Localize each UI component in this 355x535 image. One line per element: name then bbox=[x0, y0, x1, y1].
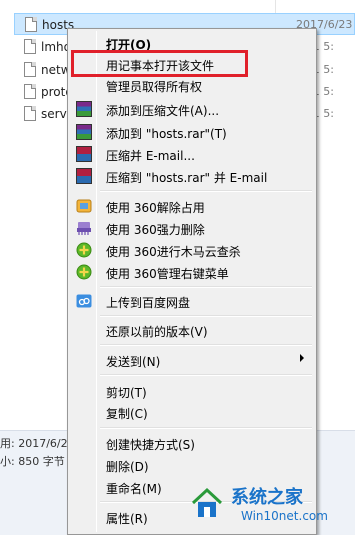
menu-item-label: 上传到百度网盘 bbox=[106, 296, 191, 310]
watermark-subtitle: Win10net.com bbox=[241, 509, 328, 523]
menu-item-cut[interactable]: 剪切(T) bbox=[70, 380, 314, 402]
menu-item-label: 还原以前的版本(V) bbox=[106, 325, 208, 339]
menu-item-label: 使用 360进行木马云查杀 bbox=[106, 245, 241, 259]
menu-item-label: 使用 360管理右键菜单 bbox=[106, 267, 229, 281]
menu-item-label: 剪切(T) bbox=[106, 386, 147, 400]
submenu-arrow-icon bbox=[300, 354, 304, 362]
menu-item-restore-previous[interactable]: 还原以前的版本(V) bbox=[70, 319, 314, 341]
house-logo-icon bbox=[191, 487, 223, 517]
menu-item-compress-rar-email[interactable]: 压缩到 "hosts.rar" 并 E-mail bbox=[70, 165, 314, 187]
menu-item-360-trojan-scan[interactable]: 使用 360进行木马云查杀 bbox=[70, 239, 314, 261]
menu-item-label: 删除(D) bbox=[106, 460, 149, 474]
menu-item-label: 创建快捷方式(S) bbox=[106, 438, 195, 452]
menu-item-label: 发送到(N) bbox=[106, 355, 161, 369]
menu-item-label: 复制(C) bbox=[106, 407, 148, 421]
menu-separator bbox=[100, 315, 312, 317]
menu-item-copy[interactable]: 复制(C) bbox=[70, 401, 314, 423]
file-icon bbox=[24, 84, 36, 99]
baidu-cloud-icon bbox=[76, 294, 92, 308]
file-icon bbox=[24, 39, 36, 54]
details-size: 小: 850 字节 bbox=[0, 455, 65, 468]
menu-item-label: 重命名(M) bbox=[106, 482, 162, 496]
menu-separator bbox=[100, 190, 312, 192]
menu-item-create-shortcut[interactable]: 创建快捷方式(S) bbox=[70, 432, 314, 454]
menu-separator bbox=[100, 374, 312, 376]
file-icon bbox=[25, 17, 37, 32]
menu-item-label: 添加到 "hosts.rar"(T) bbox=[106, 127, 227, 141]
winrar-icon bbox=[76, 124, 92, 140]
shredder-icon bbox=[77, 222, 91, 235]
watermark: 系统之家 Win10net.com bbox=[185, 477, 355, 535]
menu-item-label: 属性(R) bbox=[106, 512, 148, 526]
details-modified: 用: 2017/6/23 bbox=[0, 437, 75, 450]
menu-item-360-force-delete[interactable]: 使用 360强力删除 bbox=[70, 217, 314, 239]
menu-item-360-manage-menu[interactable]: 使用 360管理右键菜单 bbox=[70, 261, 314, 283]
menu-item-compress-email[interactable]: 压缩并 E-mail... bbox=[70, 143, 314, 165]
winrar-email-icon bbox=[76, 168, 92, 184]
menu-item-add-to-hosts-rar[interactable]: 添加到 "hosts.rar"(T) bbox=[70, 121, 314, 143]
file-icon bbox=[24, 62, 36, 77]
menu-item-label: 使用 360解除占用 bbox=[106, 201, 205, 215]
menu-item-label: 压缩并 E-mail... bbox=[106, 149, 195, 163]
context-menu: 打开(O) 用记事本打开该文件 管理员取得所有权 添加到压缩文件(A)... 添… bbox=[67, 28, 317, 535]
watermark-title: 系统之家 bbox=[231, 487, 303, 508]
360-scan-icon bbox=[76, 242, 92, 258]
file-icon bbox=[24, 106, 36, 121]
360-manage-icon bbox=[76, 264, 92, 280]
menu-item-add-to-archive[interactable]: 添加到压缩文件(A)... bbox=[70, 98, 314, 120]
winrar-icon bbox=[76, 101, 92, 117]
menu-item-send-to[interactable]: 发送到(N) bbox=[70, 349, 314, 371]
menu-separator bbox=[100, 427, 312, 429]
menu-item-label: 压缩到 "hosts.rar" 并 E-mail bbox=[106, 171, 268, 185]
menu-item-upload-baidu[interactable]: 上传到百度网盘 bbox=[70, 290, 314, 312]
menu-item-label: 使用 360强力删除 bbox=[106, 223, 205, 237]
menu-item-label: 添加到压缩文件(A)... bbox=[106, 104, 220, 118]
winrar-email-icon bbox=[76, 146, 92, 162]
menu-item-360-unlock[interactable]: 使用 360解除占用 bbox=[70, 195, 314, 217]
menu-item-take-ownership[interactable]: 管理员取得所有权 bbox=[70, 74, 314, 96]
menu-item-label: 管理员取得所有权 bbox=[106, 80, 203, 94]
menu-separator bbox=[100, 344, 312, 346]
menu-separator bbox=[100, 286, 312, 288]
highlight-annotation-box bbox=[71, 50, 248, 77]
menu-item-delete[interactable]: 删除(D) bbox=[70, 454, 314, 476]
unlock-icon bbox=[76, 199, 92, 213]
